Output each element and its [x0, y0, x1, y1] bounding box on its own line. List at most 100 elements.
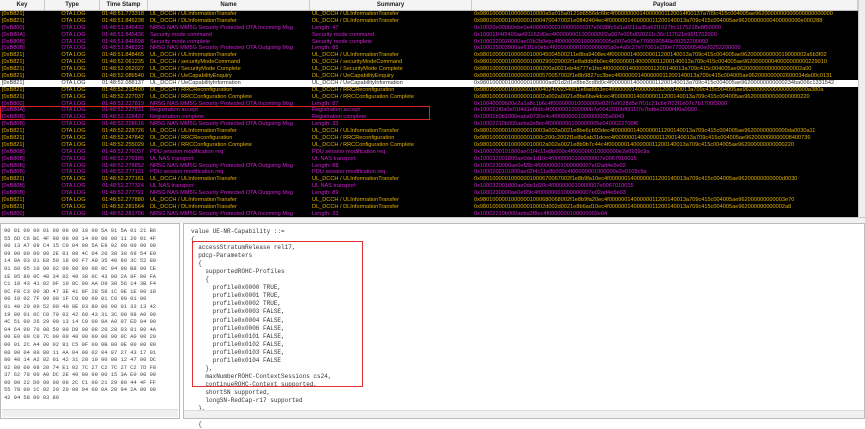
column-header-summary[interactable]: Summary: [310, 0, 472, 10]
table-row[interactable]: [0xB821] OTA LOG 01:48:52.281564 DL_DCCH / …: [0, 204, 858, 211]
table-row[interactable]: [0xB821] OTA LOG 01:48:52.228726 UL_DCCH / …: [0, 128, 858, 135]
table-row[interactable]: [0xB80B] OTA LOG 01:48:52.277131 PDU sessio…: [0, 169, 858, 176]
cell-type: OTA LOG: [61, 141, 86, 148]
table-row[interactable]: [0xB80B] OTA LOG 01:48:52.276185 UL NAS tra…: [0, 156, 858, 163]
cell-summary: UL_DCCH / ULInformationTransfer: [312, 176, 399, 183]
cell-type: OTA LOG: [61, 11, 86, 17]
cell-name: NR5G NAS MM5G Security Protected OTA Out…: [150, 162, 293, 169]
cell-name: Security mode complete: [150, 38, 211, 45]
capability-highlight-box: [192, 241, 363, 387]
cell-summary: UL_DCCH / UeCapabilityInformation: [312, 79, 403, 86]
cell-summary: Length: 89: [312, 190, 339, 197]
cell-time: 01:48:51.846698: [102, 38, 144, 45]
table-row[interactable]: [0xB80A] OTA LOG 01:48:51.845436 Security m…: [0, 32, 858, 39]
cell-key: [0xB821]: [2, 141, 25, 148]
cell-name: UL NAS transport: [150, 155, 194, 162]
cell-type: OTA LOG: [61, 155, 86, 162]
cell-time: 01:48:51.773318: [102, 11, 144, 17]
cell-key: [0xB821]: [2, 176, 25, 183]
table-row[interactable]: [0xB80B] OTA LOG 01:48:52.277324 UL NAS tra…: [0, 183, 858, 190]
table-row[interactable]: [0xB821] OTA LOG 01:48:52.247842 DL_DCCH / …: [0, 135, 858, 142]
decoded-horizontal-scrollbar[interactable]: [184, 410, 864, 418]
hex-line: 04 64 00 70 00 50 00 D0 00 08 20 28 03 8…: [4, 326, 157, 333]
decoded-line: value UE-NR-Capability ::=: [191, 228, 285, 235]
cell-key: [0xB821]: [2, 17, 25, 24]
column-header-payload[interactable]: Payload: [472, 0, 858, 10]
cell-summary: DL_DCCH / securityModeCommand: [312, 59, 403, 66]
cell-payload: 0x980100000100000010003a003a0021e8be6cb9…: [474, 128, 816, 135]
table-row[interactable]: [0xB80B] OTA LOG 01:48:52.276852 NR5G NAS M…: [0, 163, 858, 170]
cell-name: DL_DCCH / DLInformationTransfer: [150, 203, 237, 210]
cell-time: 01:48:52.228616: [102, 121, 144, 128]
cell-name: UL_DCCH / ULInformationTransfer: [150, 11, 237, 17]
cell-time: 01:48:52.061235: [102, 59, 144, 66]
cell-type: OTA LOG: [61, 17, 86, 24]
cell-type: OTA LOG: [61, 38, 86, 45]
cell-summary: Length: 47: [312, 24, 339, 31]
cell-payload: 0x980100000100000010000a5a015a0121b6556d…: [474, 11, 833, 17]
table-row[interactable]: [0xB821] OTA LOG 01:48:52.086540 DL_DCCH / …: [0, 73, 858, 80]
table-row[interactable]: [0xB821] OTA LOG 01:48:52.062027 UL_DCCH / …: [0, 66, 858, 73]
table-row[interactable]: [0xB821] OTA LOG 01:48:52.061235 DL_DCCH / …: [0, 59, 858, 66]
cell-payload: 0x98010000010000001000c200c2002f1e8b6ab3…: [474, 135, 811, 142]
cell-payload: 0x98010000010000001000680068002f1e8b9fa2…: [474, 197, 795, 204]
hex-line: 01 60 05 10 00 02 00 80 80 08 0C 04 98 B…: [4, 265, 157, 272]
table-row[interactable]: [0xB80B] OTA LOG 01:48:52.228616 NR5G NAS M…: [0, 121, 858, 128]
cell-time: 01:48:52.276185: [102, 155, 144, 162]
hex-line: 4C 51 00 26 29 00 13 14 C0 09 8A A0 07 E…: [4, 319, 157, 326]
hex-line: 09 00 00 00 00 2E 01 00 4C 04 20 38 30 6…: [4, 250, 157, 257]
cell-time: 01:48:52.218400: [102, 86, 144, 93]
cell-name: DL_DCCH / RRCReconfiguration: [150, 135, 233, 142]
table-row[interactable]: [0xB80B] OTA LOG 01:48:52.277721 NR5G NAS M…: [0, 190, 858, 197]
table-row[interactable]: [0xB821] OTA LOG 01:48:52.277161 UL_DCCH / …: [0, 176, 858, 183]
table-vertical-scrollbar[interactable]: [858, 0, 865, 219]
column-header-type[interactable]: Type: [45, 0, 100, 10]
cell-type: OTA LOG: [61, 148, 86, 155]
table-row[interactable]: [0xB821] OTA LOG 01:48:52.218400 DL_DCCH / …: [0, 87, 858, 94]
cell-key: [0xB80B]: [2, 155, 25, 162]
cell-time: 01:48:52.277721: [102, 190, 144, 197]
cell-summary: DL_DCCH / RRCReconfiguration: [312, 135, 395, 142]
registration-highlight-box: [0, 106, 430, 120]
cell-payload: 0x980100000100000010002a002a0021e8b9b7c4…: [474, 141, 794, 148]
table-row[interactable]: [0xB821] OTA LOG 01:48:52.227037 UL_DCCH / …: [0, 94, 858, 101]
cell-key: [0xB821]: [2, 52, 25, 59]
column-header-time-stamp[interactable]: Time Stamp: [100, 0, 148, 10]
table-row[interactable]: [0xB821] OTA LOG 01:48:51.773318 UL_DCCH / …: [0, 11, 858, 18]
table-row[interactable]: [0xB80B] OTA LOG 01:48:51.848321 NR5G NAS M…: [0, 45, 858, 52]
table-row[interactable]: [0xB821] OTA LOG 01:48:51.848465 UL_DCCH / …: [0, 52, 858, 59]
cell-name: UL_DCCH / SecurityMode Complete: [150, 66, 241, 73]
cell-type: OTA LOG: [61, 73, 86, 80]
table-row[interactable]: [0xB821] OTA LOG 01:48:52.088137 UL_DCCH / …: [0, 79, 858, 87]
cell-payload: 0x980100000100000010004024002340f11e8ad9…: [474, 86, 824, 93]
cell-time: 01:48:52.281564: [102, 203, 144, 210]
cell-time: 01:48:52.255029: [102, 141, 144, 148]
table-row[interactable]: [0xB821] OTA LOG 01:48:51.845238 DL_DCCH / …: [0, 18, 858, 25]
cell-time: 01:48:52.277161: [102, 176, 144, 183]
table-row[interactable]: [0xB821] OTA LOG 01:48:52.255029 UL_DCCH / …: [0, 142, 858, 149]
cell-payload: 0x100025003900ae61f1e0ebc4f0000000010000…: [474, 45, 741, 52]
cell-type: OTA LOG: [61, 128, 86, 135]
cell-time: 01:48:52.228726: [102, 128, 144, 135]
cell-summary: DL_DCCH / UeCapabilityEnquiry: [312, 73, 394, 80]
cell-payload: 0x98010000010000001000670067002f1e8b9fa1…: [474, 176, 798, 183]
cell-summary: Security mode command: [312, 31, 374, 38]
table-row[interactable]: [0xB800] OTA LOG 01:48:51.845432 NR5G NAS M…: [0, 25, 858, 32]
cell-key: [0xB80B]: [2, 183, 25, 190]
cell-key: [0xB821]: [2, 128, 25, 135]
table-row[interactable]: [0xB80B] OTA LOG 01:48:52.276037 PDU sessio…: [0, 149, 858, 156]
hex-line: C1 18 43 41 02 0F 10 8C 00 AA D9 30 56 1…: [4, 281, 157, 288]
column-header-key[interactable]: Key: [0, 0, 45, 10]
table-row[interactable]: [0xB80B] OTA LOG 01:48:51.846698 Security m…: [0, 39, 858, 46]
cell-summary: UL_DCCH / RRCConfiguration Complete: [312, 93, 414, 100]
decoded-line: longSN-RedCap-r17 supported: [191, 396, 303, 404]
cell-name: UL_DCCH / ULInformationTransfer: [150, 128, 237, 135]
cell-name: NR5G NAS MM5G Security Protected OTA Out…: [150, 121, 293, 128]
cell-time: 01:48:52.086540: [102, 73, 144, 80]
hex-line: 01 40 20 00 52 00 40 0E 03 80 00 00 01 3…: [4, 303, 157, 310]
hex-horizontal-scrollbar[interactable]: [2, 409, 178, 417]
column-header-name[interactable]: Name: [148, 0, 310, 10]
table-row[interactable]: [0xB821] OTA LOG 01:48:52.277880 UL_DCCH / …: [0, 197, 858, 204]
hex-line: 00 10 02 7F 00 00 1F C0 00 00 01 C0 90 0…: [4, 296, 147, 303]
cell-key: [0xB80B]: [2, 169, 25, 176]
